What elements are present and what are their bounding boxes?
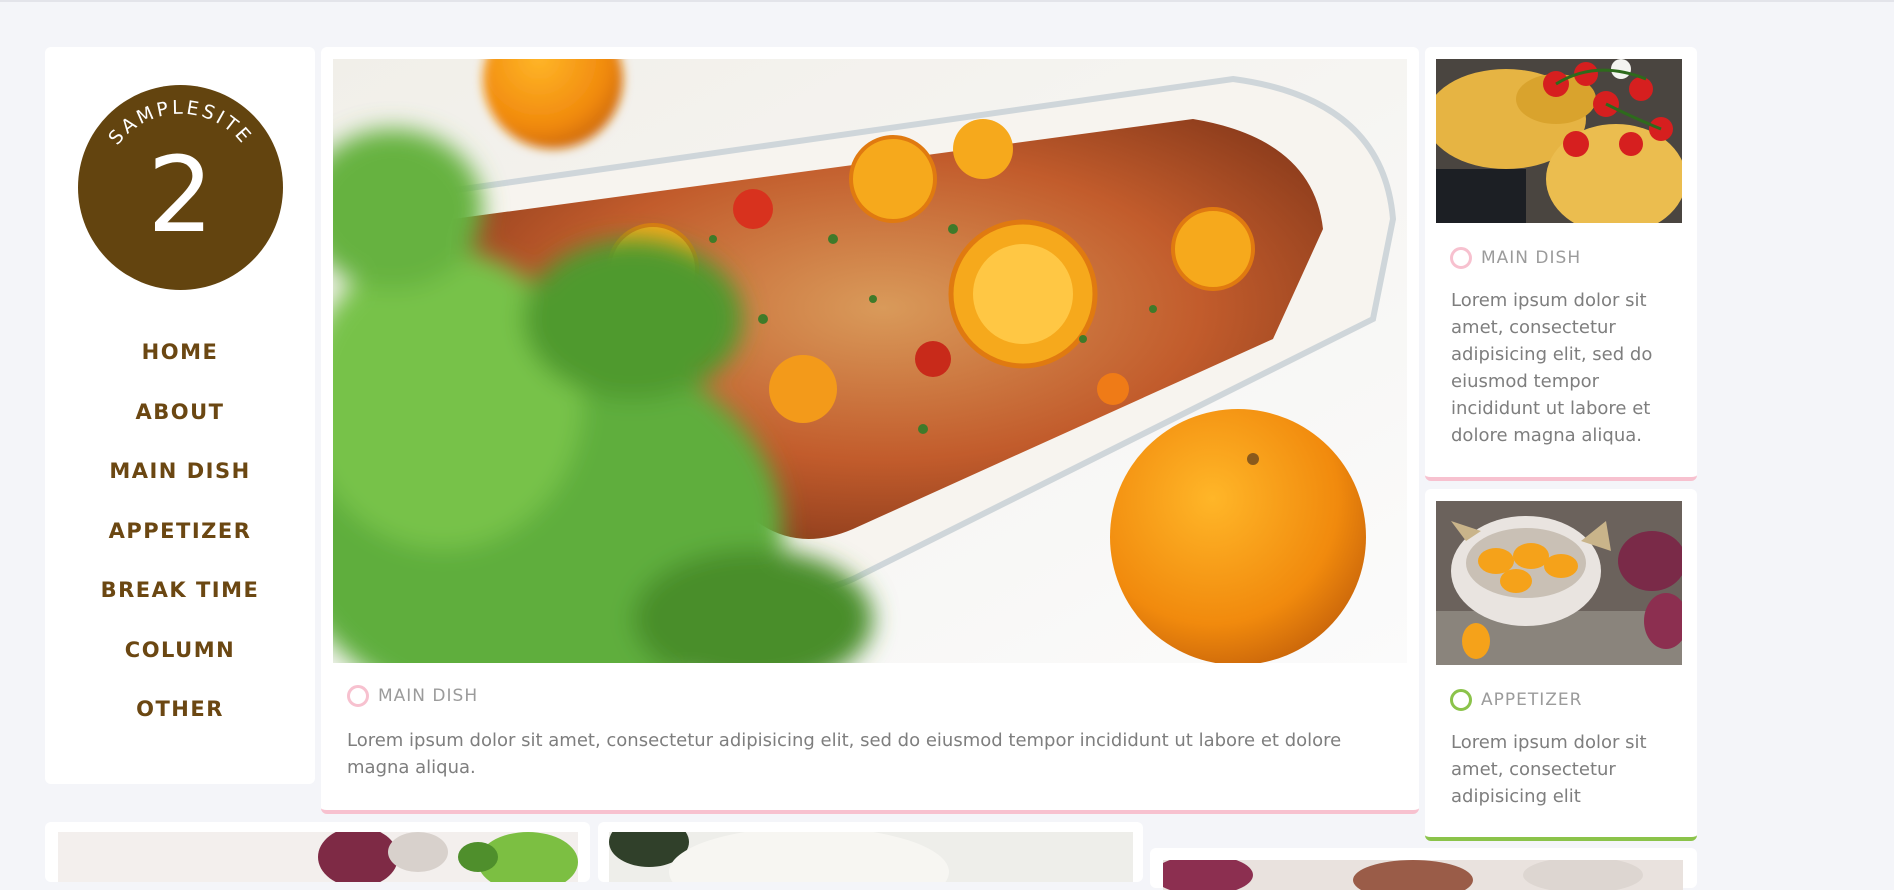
- nav-item-main-dish[interactable]: MAIN DISH: [45, 459, 315, 483]
- side-post-image-2[interactable]: [1436, 501, 1682, 665]
- featured-post-excerpt: Lorem ipsum dolor sit amet, consectetur …: [347, 730, 1342, 778]
- post-card-bottom-3[interactable]: [1150, 848, 1697, 890]
- nav-item-other[interactable]: OTHER: [45, 697, 315, 721]
- side-post-excerpt-1: Lorem ipsum dolor sit amet, consectetur …: [1451, 290, 1653, 446]
- sidebar: SAMPLESITE 2 HOME ABOUT MAIN DISH APPETI…: [45, 47, 315, 784]
- nav-item-column[interactable]: COLUMN: [45, 638, 315, 662]
- featured-post-card[interactable]: MAIN DISH Lorem ipsum dolor sit amet, co…: [321, 47, 1419, 814]
- post-image-bottom-2[interactable]: [609, 832, 1133, 882]
- nav-item-appetizer[interactable]: APPETIZER: [45, 519, 315, 543]
- nav-item-break-time[interactable]: BREAK TIME: [45, 578, 315, 602]
- side-post-card-2[interactable]: APPETIZER Lorem ipsum dolor sit amet, co…: [1425, 489, 1697, 841]
- featured-post-category[interactable]: MAIN DISH: [347, 685, 478, 707]
- post-image-bottom-3[interactable]: [1163, 860, 1683, 890]
- site-logo[interactable]: SAMPLESITE 2: [78, 85, 283, 290]
- side-post-category-label-1: MAIN DISH: [1481, 248, 1582, 268]
- post-image-bottom-1[interactable]: [58, 832, 578, 882]
- top-border: [0, 0, 1894, 2]
- side-post-category-label-2: APPETIZER: [1481, 690, 1583, 710]
- post-card-bottom-2[interactable]: [598, 822, 1143, 882]
- side-post-image-1[interactable]: [1436, 59, 1682, 223]
- side-post-category-1[interactable]: MAIN DISH: [1450, 247, 1581, 269]
- nav-item-home[interactable]: HOME: [45, 340, 315, 364]
- ring-icon: [347, 685, 369, 707]
- featured-post-category-label: MAIN DISH: [378, 686, 479, 706]
- ring-icon: [1450, 247, 1472, 269]
- post-card-bottom-1[interactable]: [45, 822, 590, 882]
- featured-post-image[interactable]: [333, 59, 1407, 663]
- side-post-category-2[interactable]: APPETIZER: [1450, 689, 1582, 711]
- ring-icon: [1450, 689, 1472, 711]
- logo-number: 2: [147, 134, 214, 256]
- side-post-card-1[interactable]: MAIN DISH Lorem ipsum dolor sit amet, co…: [1425, 47, 1697, 481]
- nav-item-about[interactable]: ABOUT: [45, 400, 315, 424]
- side-post-excerpt-2: Lorem ipsum dolor sit amet, consectetur …: [1451, 732, 1647, 807]
